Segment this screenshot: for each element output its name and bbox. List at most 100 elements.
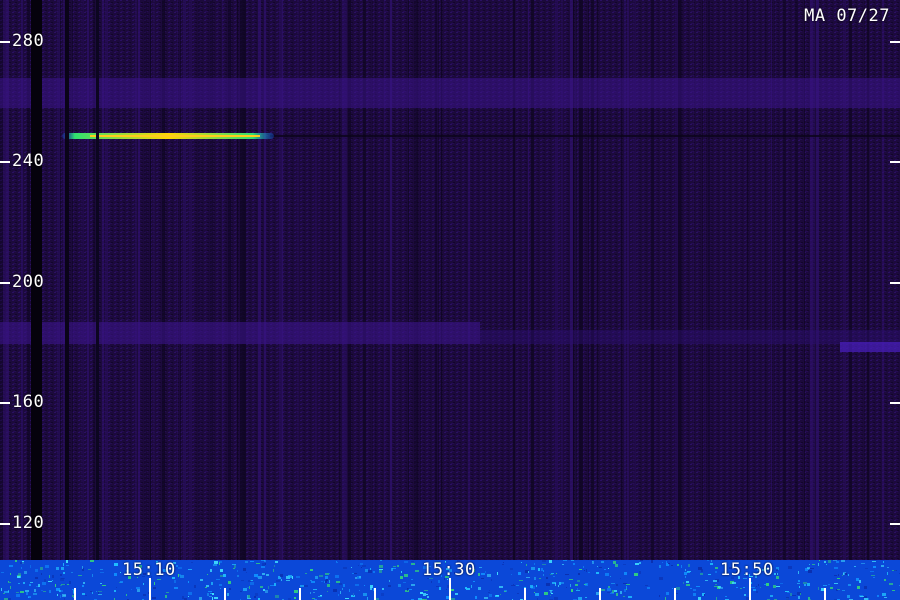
noise-floor-speck: [608, 568, 609, 569]
noise-floor-speck: [573, 563, 575, 565]
noise-floor-speck: [389, 580, 390, 582]
noise-floor-speck: [756, 591, 758, 593]
noise-floor-speck: [227, 593, 229, 596]
noise-floor-speck: [787, 592, 790, 593]
noise-floor-speck: [847, 595, 850, 598]
noise-floor-speck: [233, 568, 235, 569]
noise-floor-speck: [623, 596, 625, 597]
noise-floor-speck: [360, 563, 363, 565]
noise-floor-speck: [305, 573, 307, 574]
noise-floor-speck: [60, 590, 63, 592]
noise-floor-speck: [232, 564, 236, 565]
dark-column-1: [31, 0, 42, 600]
noise-floor-speck: [607, 588, 611, 591]
noise-floor-speck: [585, 583, 588, 586]
noise-floor-speck: [485, 571, 486, 573]
noise-floor-speck: [364, 585, 365, 586]
noise-floor-speck: [60, 595, 61, 598]
noise-floor-speck: [268, 586, 269, 589]
noise-floor-speck: [349, 589, 350, 592]
noise-floor-speck: [361, 567, 362, 568]
noise-floor-speck: [55, 584, 56, 587]
noise-floor-speck: [30, 582, 33, 583]
noise-floor-speck: [16, 592, 19, 593]
noise-floor-speck: [365, 569, 368, 572]
noise-floor-speck: [188, 569, 192, 570]
noise-floor-speck: [700, 573, 703, 575]
noise-floor-speck: [209, 596, 212, 597]
noise-floor-speck: [143, 583, 144, 585]
noise-floor-speck: [1, 572, 4, 573]
noise-floor-speck: [63, 572, 65, 574]
noise-floor-speck: [615, 564, 618, 567]
noise-floor-speck: [543, 570, 544, 572]
spectrogram-viewer: MA 07/27 280 240 200 160 120 15:10 15:30…: [0, 0, 900, 600]
noise-floor-speck: [647, 587, 650, 589]
noise-floor-speck: [841, 560, 845, 562]
noise-floor-speck: [243, 588, 247, 591]
noise-floor-speck: [715, 584, 717, 585]
band-middle: [0, 322, 480, 344]
noise-floor-speck: [510, 568, 513, 570]
noise-floor-speck: [61, 567, 64, 570]
noise-floor-speck: [624, 572, 627, 575]
noise-floor-speck: [807, 583, 810, 586]
noise-floor-speck: [100, 583, 102, 584]
noise-floor-speck: [411, 584, 415, 586]
noise-floor-speck: [693, 589, 696, 591]
noise-floor-speck: [88, 569, 91, 570]
noise-floor-speck: [214, 561, 218, 564]
noise-floor-speck: [466, 588, 470, 590]
noise-floor-speck: [41, 573, 42, 575]
noise-floor-speck: [266, 574, 269, 576]
noise-floor-speck: [639, 562, 641, 564]
noise-floor-speck: [379, 570, 382, 573]
noise-floor-speck: [166, 592, 169, 593]
x-label-1510: 15:10: [122, 560, 176, 580]
y-label-200: 200: [12, 272, 45, 292]
noise-floor-speck: [744, 594, 746, 596]
noise-floor-speck: [528, 571, 529, 573]
noise-floor-speck: [500, 594, 501, 595]
noise-floor-speck: [3, 593, 5, 594]
noise-floor-speck: [300, 585, 304, 587]
noise-floor-speck: [687, 571, 691, 572]
noise-floor-speck: [549, 574, 550, 575]
noise-floor-speck: [824, 561, 826, 563]
noise-floor-speck: [504, 591, 506, 592]
noise-floor-speck: [398, 584, 401, 587]
noise-floor-speck: [623, 583, 627, 584]
noise-floor-speck: [732, 582, 736, 584]
noise-floor-speck: [327, 591, 328, 592]
noise-floor-speck: [776, 576, 779, 579]
noise-floor-speck: [601, 561, 604, 563]
noise-floor-speck: [403, 582, 406, 583]
noise-floor-speck: [614, 590, 617, 592]
noise-floor-speck: [370, 568, 371, 570]
y-label-280: 280: [12, 31, 45, 51]
noise-floor-speck: [274, 583, 276, 586]
noise-floor-speck: [686, 584, 690, 586]
noise-floor-speck: [205, 587, 207, 588]
noise-floor-speck: [579, 569, 582, 570]
noise-floor-speck: [773, 585, 776, 588]
noise-floor-speck: [607, 592, 611, 593]
noise-floor-speck: [889, 583, 893, 585]
noise-floor-speck: [44, 579, 46, 582]
noise-floor-speck: [489, 594, 492, 597]
noise-floor-speck: [798, 580, 800, 582]
noise-floor-speck: [884, 597, 887, 598]
noise-floor-speck: [98, 591, 102, 592]
noise-floor-speck: [247, 595, 248, 598]
noise-floor-speck: [400, 576, 403, 579]
noise-floor-speck: [687, 572, 690, 573]
noise-floor-speck: [828, 584, 830, 585]
noise-floor-speck: [296, 576, 300, 578]
noise-floor-speck: [837, 589, 840, 590]
noise-floor-speck: [559, 582, 561, 585]
noise-floor-speck: [535, 593, 539, 596]
noise-floor-speck: [818, 587, 819, 590]
noise-floor-speck: [514, 585, 515, 586]
noise-floor-speck: [804, 584, 806, 586]
noise-floor-speck: [635, 563, 639, 565]
